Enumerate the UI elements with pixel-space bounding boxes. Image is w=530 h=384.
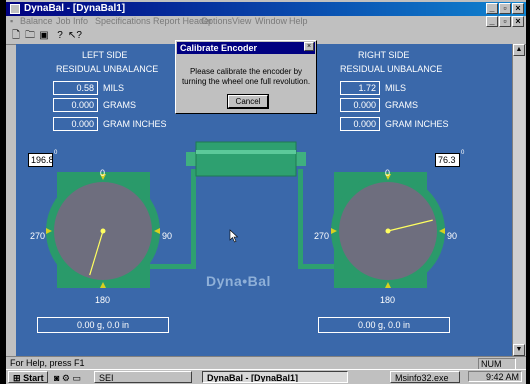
menu-job-info[interactable]: Job Info [56,16,88,26]
left-gram-inches-unit: GRAM INCHES [103,119,167,129]
taskbar-item-msinfo[interactable]: Msinfo32.exe [390,371,460,383]
new-file-icon[interactable]: 🗋 [10,30,22,42]
left-grams-value: 0.000 [53,98,98,112]
menu-window[interactable]: Window [255,16,287,26]
right-gram-inches-unit: GRAM INCHES [385,119,449,129]
child-close-button[interactable]: × [512,16,524,27]
right-grams-value: 0.000 [340,98,380,112]
left-mils-unit: MILS [103,83,125,93]
save-icon[interactable]: ▣ [38,30,50,42]
context-help-icon[interactable]: ↖? [68,30,82,42]
start-label: Start [23,373,44,383]
right-shaft-arm [298,169,334,269]
right-dial-label-180: 180 [380,295,396,305]
taskbar-item-sei[interactable]: SEI [94,371,192,383]
scroll-down-icon[interactable]: ▼ [513,344,525,356]
left-side-title: LEFT SIDE [82,50,128,60]
left-gram-inches-value: 0.000 [53,117,98,131]
app-icon [10,4,20,14]
mouse-cursor [229,229,239,243]
menu-balance[interactable]: Balance [20,16,53,26]
close-button[interactable]: × [512,3,524,14]
child-restore-button[interactable]: ▫ [499,16,511,27]
rotor-highlight [196,150,296,154]
quick-launch-icons[interactable]: ◙ ⚙ ▭ [54,372,81,384]
left-correction-readout: 0.00 g, 0.0 in [37,317,169,333]
left-dial-label-180: 180 [95,295,111,305]
dynabal-logo: Dyna•Bal [206,273,271,289]
title-bar: DynaBal - [DynaBal1] _ ▫ × [6,2,526,16]
right-grams-unit: GRAMS [385,100,419,110]
right-angle-value: 76.3 [435,153,460,167]
system-clock: 9:42 AM [468,371,522,382]
right-mils-unit: MILS [385,83,407,93]
vertical-scrollbar[interactable]: ▲ ▼ [512,44,525,356]
scroll-up-icon[interactable]: ▲ [513,44,525,56]
menu-options[interactable]: Options [201,16,232,26]
left-dial-center [100,228,106,234]
right-gram-inches-value: 0.000 [340,117,380,131]
right-dial-label-270: 270 [314,231,330,241]
right-correction-readout: 0.00 g, 0.0 in [318,317,450,333]
menu-bar: ▪ Balance Job Info Specifications Report… [6,16,526,28]
dialog-message: Please calibrate the encoder by turning … [181,67,311,86]
window-title: DynaBal - [DynaBal1] [24,3,126,14]
right-side-subtitle: RESIDUAL UNBALANCE [340,64,443,74]
left-dial-label-90: 90 [162,231,173,241]
right-dial-center [385,228,391,234]
restore-button[interactable]: ▫ [499,3,511,14]
start-button[interactable]: ⊞ Start [8,371,48,383]
left-side-subtitle: RESIDUAL UNBALANCE [56,64,159,74]
right-dial-label-90: 90 [447,231,458,241]
cancel-button[interactable]: Cancel [228,95,268,108]
windows-flag-icon: ⊞ [13,373,21,383]
menu-help[interactable]: Help [289,16,308,26]
child-minimize-button[interactable]: _ [486,16,498,27]
right-degree-mark: 0 [461,150,465,156]
doc-icon: ▪ [10,16,14,26]
open-folder-icon[interactable]: 🗀 [24,30,36,42]
taskbar: ⊞ Start ◙ ⚙ ▭ SEI DynaBal - [DynaBal1] M… [6,369,526,384]
dialog-close-icon[interactable]: × [304,42,314,51]
menu-view[interactable]: View [232,16,251,26]
right-dial-label-0: 0 [385,168,391,178]
calibrate-encoder-dialog: Calibrate Encoder × Please calibrate the… [175,40,317,114]
taskbar-item-dynabal[interactable]: DynaBal - [DynaBal1] [202,371,348,383]
minimize-button[interactable]: _ [486,3,498,14]
left-grams-unit: GRAMS [103,100,137,110]
left-dial-label-0: 0 [100,168,106,178]
dialog-title: Calibrate Encoder [177,42,315,54]
left-degree-mark: 0 [54,150,58,156]
rotor-body [195,141,297,177]
right-mils-value: 1.72 [340,81,380,95]
left-dial-label-270: 270 [30,231,46,241]
status-bar: For Help, press F1 NUM [6,356,526,370]
help-icon[interactable]: ? [54,30,66,42]
left-angle-value: 196.8 [28,153,54,167]
left-mils-value: 0.58 [53,81,98,95]
menu-specifications[interactable]: Specifications [95,16,151,26]
right-side-title: RIGHT SIDE [358,50,410,60]
